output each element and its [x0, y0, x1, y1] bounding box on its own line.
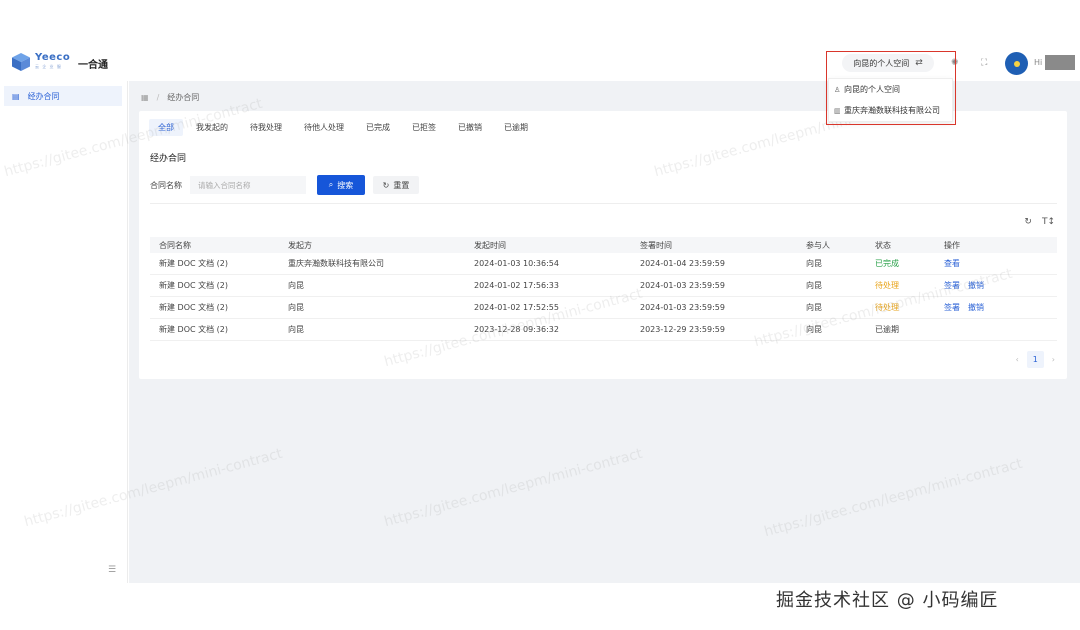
table-header: 合同名称 发起方 发起时间 签署时间 参与人 状态 操作 — [150, 237, 1057, 253]
table-row: 新建 DOC 文档 (2) 向昆 2024-01-02 17:56:33 202… — [150, 275, 1057, 297]
cell-actions: 签署 撤销 — [944, 302, 1057, 313]
table-row: 新建 DOC 文档 (2) 重庆奔瀚数联科技有限公司 2024-01-03 10… — [150, 253, 1057, 275]
prev-page-icon[interactable]: ‹ — [1016, 355, 1019, 364]
tab-expired[interactable]: 已逾期 — [495, 119, 537, 136]
tab-completed[interactable]: 已完成 — [357, 119, 399, 136]
view-link[interactable]: 查看 — [944, 258, 960, 269]
tab-initiated[interactable]: 我发起的 — [187, 119, 237, 136]
refresh-icon: ↻ — [382, 180, 390, 190]
tab-to-me[interactable]: 待我处理 — [241, 119, 291, 136]
cell-name: 新建 DOC 文档 (2) — [159, 303, 229, 312]
home-icon[interactable]: ▦ — [141, 93, 149, 102]
col-sign-time: 签署时间 — [640, 240, 672, 250]
cell-actions: 签署 撤销 — [944, 280, 1057, 291]
sidebar: ▤ 经办合同 ☰ — [0, 81, 128, 583]
search-button[interactable]: ⌕ 搜索 — [317, 175, 365, 195]
cube-logo-icon — [10, 51, 32, 73]
next-page-icon[interactable]: › — [1052, 355, 1055, 364]
tab-all[interactable]: 全部 — [149, 119, 183, 136]
status-badge: 已逾期 — [875, 325, 899, 334]
col-initiator: 发起方 — [288, 240, 312, 250]
breadcrumb-current: 经办合同 — [167, 93, 200, 102]
sidebar-item-contracts[interactable]: ▤ 经办合同 — [4, 86, 122, 106]
logo-sub: 云 企 业 服 — [35, 64, 62, 69]
sign-link[interactable]: 签署 — [944, 302, 960, 313]
tab-to-others[interactable]: 待他人处理 — [295, 119, 353, 136]
cell-sign: 2024-01-04 23:59:59 — [640, 259, 725, 268]
cell-name: 新建 DOC 文档 (2) — [159, 325, 229, 334]
search-icon: ⌕ — [328, 180, 334, 189]
page-button-current[interactable]: 1 — [1026, 351, 1044, 368]
avatar[interactable] — [1005, 52, 1028, 75]
cell-initiator: 向昆 — [288, 325, 304, 334]
cell-sign: 2024-01-03 23:59:59 — [640, 281, 725, 290]
divider — [150, 203, 1057, 204]
section-title: 经办合同 — [150, 154, 187, 164]
cell-name: 新建 DOC 文档 (2) — [159, 259, 229, 268]
filter-bar: 合同名称 ⌕ 搜索 ↻ 重置 — [150, 175, 419, 195]
fullscreen-icon[interactable]: ⛶ — [981, 58, 987, 68]
col-status: 状态 — [875, 240, 891, 250]
content-card: 全部 我发起的 待我处理 待他人处理 已完成 已拒签 已撤销 已逾期 经办合同 … — [139, 111, 1067, 379]
refresh-table-icon[interactable]: ↻ — [1024, 217, 1032, 227]
cell-sign: 2023-12-29 23:59:59 — [640, 325, 725, 334]
table-row: 新建 DOC 文档 (2) 向昆 2023-12-28 09:36:32 202… — [150, 319, 1057, 341]
filter-label: 合同名称 — [150, 180, 182, 190]
app-name: 一合通 — [78, 60, 108, 71]
cell-initiator: 向昆 — [288, 303, 304, 312]
highlight-annotation — [826, 51, 956, 125]
status-tabs: 全部 我发起的 待我处理 待他人处理 已完成 已拒签 已撤销 已逾期 — [149, 119, 541, 136]
col-name: 合同名称 — [159, 240, 191, 250]
cell-actions: 查看 — [944, 258, 1057, 269]
cell-name: 新建 DOC 文档 (2) — [159, 281, 229, 290]
table-tools: ↻ T↕ — [1014, 217, 1055, 227]
revoke-link[interactable]: 撤销 — [968, 280, 984, 291]
contract-name-input[interactable] — [190, 176, 306, 194]
document-icon: ▤ — [12, 91, 20, 101]
reset-button[interactable]: ↻ 重置 — [373, 176, 419, 194]
avatar-dot — [1013, 60, 1020, 67]
cell-start: 2024-01-03 10:36:54 — [474, 259, 559, 268]
density-icon[interactable]: T↕ — [1042, 217, 1055, 227]
status-badge: 已完成 — [875, 259, 899, 268]
revoke-link[interactable]: 撤销 — [968, 302, 984, 313]
search-button-label: 搜索 — [337, 180, 354, 190]
table-row: 新建 DOC 文档 (2) 向昆 2024-01-02 17:52:55 202… — [150, 297, 1057, 319]
cell-participant: 向昆 — [806, 325, 822, 334]
logo[interactable]: Yeeco 云 企 业 服 — [10, 51, 70, 73]
logo-word: Yeeco — [35, 52, 71, 63]
cell-initiator: 重庆奔瀚数联科技有限公司 — [288, 259, 384, 268]
greeting: Hi — [1034, 58, 1043, 67]
cell-participant: 向昆 — [806, 281, 822, 290]
sign-link[interactable]: 签署 — [944, 280, 960, 291]
contracts-table: 合同名称 发起方 发起时间 签署时间 参与人 状态 操作 新建 DOC 文档 (… — [150, 237, 1057, 341]
footer-watermark: 掘金技术社区 @ 小码编匠 — [776, 590, 999, 611]
breadcrumb: ▦ / 经办合同 — [141, 92, 199, 103]
breadcrumb-separator: / — [156, 93, 160, 102]
tab-rejected[interactable]: 已拒签 — [403, 119, 445, 136]
cell-participant: 向昆 — [806, 259, 822, 268]
col-participant: 参与人 — [806, 240, 830, 250]
cell-start: 2023-12-28 09:36:32 — [474, 325, 559, 334]
reset-button-label: 重置 — [393, 180, 410, 190]
username-redacted[interactable] — [1045, 55, 1075, 70]
col-start-time: 发起时间 — [474, 240, 506, 250]
cell-initiator: 向昆 — [288, 281, 304, 290]
cell-sign: 2024-01-03 23:59:59 — [640, 303, 725, 312]
pagination: ‹ 1 › — [1016, 351, 1055, 368]
cell-start: 2024-01-02 17:56:33 — [474, 281, 559, 290]
col-actions: 操作 — [944, 240, 960, 250]
menu-collapse-icon[interactable]: ☰ — [108, 565, 116, 575]
tab-revoked[interactable]: 已撤销 — [449, 119, 491, 136]
cell-participant: 向昆 — [806, 303, 822, 312]
status-badge: 待处理 — [875, 303, 899, 312]
sidebar-item-label: 经办合同 — [27, 91, 60, 101]
main-area: ▦ / 经办合同 全部 我发起的 待我处理 待他人处理 已完成 已拒签 已撤销 … — [129, 81, 1080, 583]
status-badge: 待处理 — [875, 281, 899, 290]
cell-start: 2024-01-02 17:52:55 — [474, 303, 559, 312]
